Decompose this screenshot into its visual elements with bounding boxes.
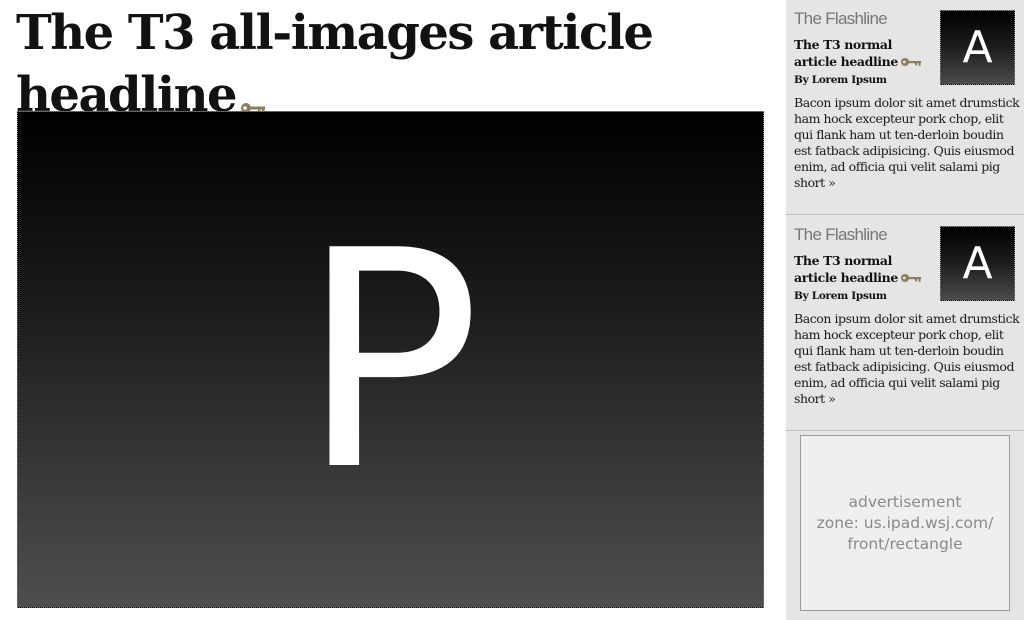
main-article-column: The T3 all-images article headline P: [0, 0, 784, 620]
sidebar-teaser[interactable]: The Flashline A The T3 normal article he…: [786, 0, 1024, 215]
sidebar-teaser[interactable]: The Flashline A The T3 normal article he…: [786, 216, 1024, 431]
ad-label: advertisement: [848, 492, 962, 511]
teaser-headline-text[interactable]: The T3 normal article headline: [794, 37, 898, 69]
teaser-byline: By Lorem Ipsum: [794, 74, 887, 86]
teaser-section-label[interactable]: The Flashline: [794, 9, 888, 29]
teaser-summary[interactable]: Bacon ipsum dolor sit amet drumstick ham…: [794, 311, 1020, 407]
teaser-thumbnail[interactable]: A: [940, 226, 1015, 301]
hero-image-placeholder-letter: P: [300, 187, 481, 536]
teaser-headline[interactable]: The T3 normal article headline: [794, 252, 936, 287]
teaser-byline: By Lorem Ipsum: [794, 290, 887, 302]
ad-zone-line-1: zone: us.ipad.wsj.com/: [816, 513, 994, 532]
teaser-headline-text[interactable]: The T3 normal article headline: [794, 253, 898, 285]
advertisement-box[interactable]: advertisement zone: us.ipad.wsj.com/ fro…: [800, 435, 1010, 611]
advertisement-text: advertisement zone: us.ipad.wsj.com/ fro…: [807, 492, 1003, 555]
key-icon: [900, 54, 922, 71]
teaser-thumbnail[interactable]: A: [940, 10, 1015, 85]
teaser-summary[interactable]: Bacon ipsum dolor sit amet drumstick ham…: [794, 95, 1020, 191]
key-icon: [900, 270, 922, 287]
article-headline-text[interactable]: The T3 all-images article headline: [16, 5, 654, 123]
ad-zone-line-2: front/rectangle: [847, 534, 963, 553]
teaser-headline[interactable]: The T3 normal article headline: [794, 36, 936, 71]
teaser-section-label[interactable]: The Flashline: [794, 225, 888, 245]
hero-image[interactable]: P: [17, 111, 764, 608]
sidebar: The Flashline A The T3 normal article he…: [786, 0, 1024, 620]
